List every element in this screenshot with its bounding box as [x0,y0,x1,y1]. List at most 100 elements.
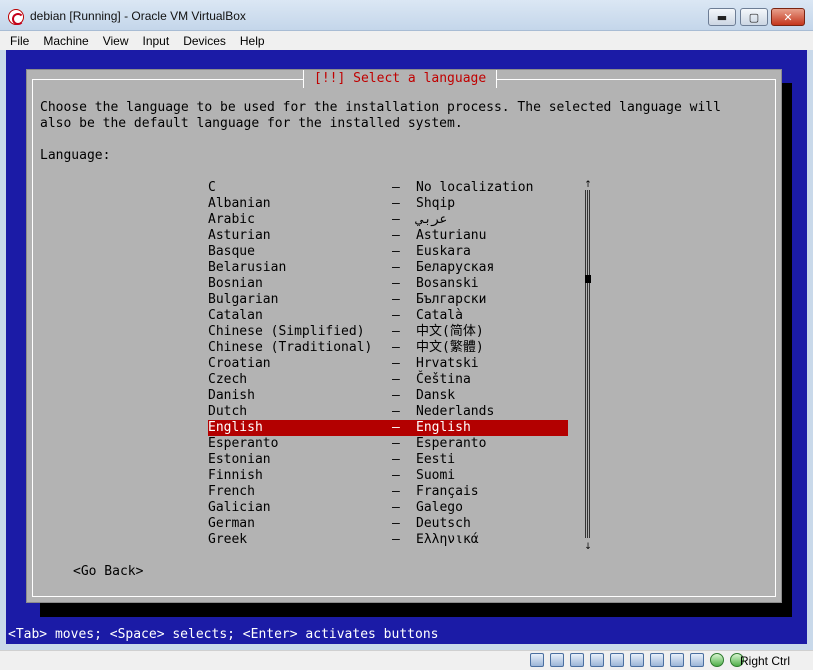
language-separator: – [392,340,400,355]
minimize-button[interactable]: ▬ [708,8,736,26]
language-separator: – [392,212,400,227]
language-name: Galician [208,500,271,515]
audio-icon[interactable] [570,653,584,667]
language-name: Greek [208,532,248,547]
language-option[interactable]: English – English [208,420,568,436]
language-option[interactable]: Galician – Galego [208,500,568,516]
language-option[interactable]: German – Deutsch [208,516,568,532]
language-option[interactable]: Basque – Euskara [208,244,568,260]
display-icon[interactable] [650,653,664,667]
window-title-bar: debian [Running] - Oracle VM VirtualBox … [0,0,813,31]
language-separator: – [392,276,400,291]
language-option[interactable]: Arabic – عربي [208,212,568,228]
installer-dialog: [!!] Select a language Choose the langua… [26,69,782,603]
menu-file[interactable]: File [10,34,29,48]
language-name: English [208,420,263,435]
language-native-name: Nederlands [416,404,495,419]
window-title: debian [Running] - Oracle VM VirtualBox [30,9,246,23]
language-option[interactable]: Albanian – Shqip [208,196,568,212]
language-option[interactable]: Bosnian – Bosanski [208,276,568,292]
language-option[interactable]: Greek – Ελληνικά [208,532,568,548]
language-separator: – [392,468,400,483]
language-native-name: No localization [416,180,534,195]
language-name: Basque [208,244,255,259]
language-name: Croatian [208,356,271,371]
language-option[interactable]: Croatian – Hrvatski [208,356,568,372]
language-option[interactable]: Chinese (Traditional) – 中文(繁體) [208,340,568,356]
language-native-name: Català [416,308,463,323]
language-option[interactable]: Bulgarian – Български [208,292,568,308]
menu-input[interactable]: Input [143,34,170,48]
language-separator: – [392,228,400,243]
language-name: Bulgarian [208,292,279,307]
host-key-label: Right Ctrl [740,654,791,668]
menu-view[interactable]: View [103,34,129,48]
scroll-up-arrow-icon[interactable]: ↑ [583,180,593,190]
language-option[interactable]: C – No localization [208,180,568,196]
language-option[interactable]: Czech – Čeština [208,372,568,388]
language-option[interactable]: Dutch – Nederlands [208,404,568,420]
language-option[interactable]: Esperanto – Esperanto [208,436,568,452]
video-capture-icon[interactable] [670,653,684,667]
language-native-name: Hrvatski [416,356,479,371]
go-back-button[interactable]: <Go Back> [73,564,143,580]
shared-folders-icon[interactable] [630,653,644,667]
language-separator: – [392,308,400,323]
hard-disk-icon[interactable] [530,653,544,667]
language-name: Estonian [208,452,271,467]
language-name: Chinese (Simplified) [208,324,365,339]
menu-help[interactable]: Help [240,34,265,48]
scroll-down-arrow-icon[interactable]: ↓ [583,542,593,552]
language-separator: – [392,500,400,515]
usb-icon[interactable] [610,653,624,667]
language-name: C [208,180,216,195]
menu-bar: File Machine View Input Devices Help [0,31,813,50]
installer-help-line: <Tab> moves; <Space> selects; <Enter> ac… [8,627,439,642]
language-list-scrollbar[interactable]: ↑ ↓ [583,180,593,552]
language-option[interactable]: Belarusian – Беларуская [208,260,568,276]
language-name: Finnish [208,468,263,483]
language-separator: – [392,372,400,387]
close-button[interactable]: ✕ [771,8,805,26]
scrollbar-thumb[interactable] [585,275,591,283]
language-native-name: 中文(繁體) [416,340,484,355]
maximize-button[interactable]: ▢ [740,8,768,26]
dialog-description: Choose the language to be used for the i… [40,100,721,131]
language-separator: – [392,196,400,211]
language-option[interactable]: Finnish – Suomi [208,468,568,484]
language-separator: – [392,404,400,419]
language-native-name: Euskara [416,244,471,259]
language-option[interactable]: Asturian – Asturianu [208,228,568,244]
language-separator: – [392,388,400,403]
language-name: Catalan [208,308,263,323]
language-option[interactable]: Catalan – Català [208,308,568,324]
language-native-name: Asturianu [416,228,487,243]
language-native-name: 中文(简体) [416,324,484,339]
debian-logo-icon [8,9,24,25]
vm-display[interactable]: [!!] Select a language Choose the langua… [6,50,807,644]
language-native-name: Deutsch [416,516,471,531]
language-separator: – [392,244,400,259]
dialog-shadow [782,83,792,617]
language-list[interactable]: C – No localization Albanian – Shqip Arabic – عر… [208,180,568,548]
language-name: French [208,484,255,499]
language-native-name: Беларуская [416,260,495,275]
language-option[interactable]: Estonian – Eesti [208,452,568,468]
scrollbar-track[interactable] [585,190,591,538]
language-name: Arabic [208,212,255,227]
menu-machine[interactable]: Machine [43,34,88,48]
dialog-title: [!!] Select a language [303,70,498,88]
language-separator: – [392,436,400,451]
language-name: Esperanto [208,436,279,451]
language-option[interactable]: French – Français [208,484,568,500]
mouse-integration-icon[interactable] [710,653,724,667]
language-name: German [208,516,255,531]
menu-devices[interactable]: Devices [183,34,226,48]
optical-drive-icon[interactable] [550,653,564,667]
network-icon[interactable] [590,653,604,667]
language-option[interactable]: Danish – Dansk [208,388,568,404]
language-name: Albanian [208,196,271,211]
capture-icon[interactable] [690,653,704,667]
language-option[interactable]: Chinese (Simplified) – 中文(简体) [208,324,568,340]
language-separator: – [392,484,400,499]
